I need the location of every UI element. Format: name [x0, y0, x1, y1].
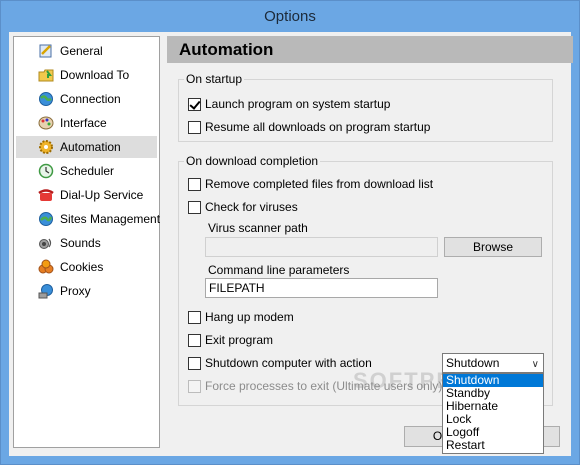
sidebar-item-label: Cookies — [60, 260, 104, 274]
check-viruses-checkbox[interactable] — [188, 200, 201, 214]
completion-group-title: On download completion — [184, 154, 321, 168]
palette-icon — [38, 115, 54, 131]
globe-icon — [38, 211, 54, 227]
general-icon — [38, 43, 54, 59]
remove-completed-option[interactable]: Remove completed files from download lis… — [188, 176, 433, 192]
sidebar-item-label: Interface — [60, 116, 107, 130]
window-frame-left — [1, 32, 9, 458]
force-processes-checkbox — [188, 379, 201, 393]
shutdown-action-dropdown: Shutdown Standby Hibernate Lock Logoff R… — [442, 373, 544, 454]
window-title: Options — [1, 1, 579, 32]
command-line-label: Command line parameters — [208, 263, 350, 277]
window-frame-bottom — [1, 456, 579, 464]
sidebar-item-label: Scheduler — [60, 164, 115, 178]
shutdown-computer-label: Shutdown computer with action — [205, 356, 372, 370]
proxy-icon — [38, 283, 54, 299]
sidebar-item-proxy[interactable]: Proxy — [16, 280, 157, 302]
command-line-input[interactable]: FILEPATH — [205, 278, 438, 298]
folder-icon — [38, 67, 54, 83]
browse-button[interactable]: Browse — [444, 237, 542, 257]
launch-on-startup-option[interactable]: Launch program on system startup — [188, 96, 390, 112]
resume-downloads-label: Resume all downloads on program startup — [205, 120, 431, 134]
hang-up-modem-label: Hang up modem — [205, 310, 294, 324]
phone-icon — [38, 187, 54, 203]
launch-on-startup-label: Launch program on system startup — [205, 97, 391, 111]
resume-downloads-checkbox[interactable] — [188, 120, 201, 134]
remove-completed-checkbox[interactable] — [188, 177, 201, 191]
sidebar-item-dial-up-service[interactable]: Dial-Up Service — [16, 184, 157, 206]
shutdown-computer-option[interactable]: Shutdown computer with action — [188, 355, 372, 371]
gear-icon — [38, 139, 54, 155]
force-processes-option: Force processes to exit (Ultimate users … — [188, 378, 442, 394]
sidebar-item-connection[interactable]: Connection — [16, 88, 157, 110]
exit-program-option[interactable]: Exit program — [188, 332, 273, 348]
page-title: Automation — [167, 36, 573, 63]
force-processes-label: Force processes to exit (Ultimate users … — [205, 379, 443, 393]
globe-icon — [38, 91, 54, 107]
sidebar-item-label: Sites Management — [60, 212, 161, 226]
sidebar-item-label: Download To — [60, 68, 130, 82]
virus-scanner-path-label: Virus scanner path — [208, 221, 308, 235]
shutdown-action-select[interactable]: Shutdown ∨ — [442, 353, 544, 373]
exit-program-checkbox[interactable] — [188, 333, 201, 347]
check-viruses-option[interactable]: Check for viruses — [188, 199, 298, 215]
check-viruses-label: Check for viruses — [205, 200, 298, 214]
resume-downloads-option[interactable]: Resume all downloads on program startup — [188, 119, 430, 135]
options-window: Options General Download To Connection I… — [0, 0, 580, 465]
sidebar-item-sounds[interactable]: Sounds — [16, 232, 157, 254]
sidebar-item-label: Dial-Up Service — [60, 188, 144, 202]
launch-on-startup-checkbox[interactable] — [188, 97, 201, 111]
sidebar-item-label: Sounds — [60, 236, 101, 250]
sidebar-item-label: General — [60, 44, 103, 58]
sidebar-item-cookies[interactable]: Cookies — [16, 256, 157, 278]
sidebar-item-interface[interactable]: Interface — [16, 112, 157, 134]
sidebar-item-label: Automation — [60, 140, 121, 154]
clock-icon — [38, 163, 54, 179]
shutdown-computer-checkbox[interactable] — [188, 356, 201, 370]
sidebar-item-label: Proxy — [60, 284, 91, 298]
sidebar-item-download-to[interactable]: Download To — [16, 64, 157, 86]
exit-program-label: Exit program — [205, 333, 274, 347]
shutdown-action-value: Shutdown — [446, 356, 500, 370]
sidebar-item-sites-management[interactable]: Sites Management — [16, 208, 161, 230]
dropdown-option-restart[interactable]: Restart — [443, 439, 543, 452]
sidebar-item-label: Connection — [60, 92, 121, 106]
cookie-icon — [38, 259, 54, 275]
speaker-icon — [38, 235, 54, 251]
sidebar-item-general[interactable]: General — [16, 40, 157, 62]
virus-scanner-path-input[interactable] — [205, 237, 438, 257]
window-frame-right — [571, 32, 579, 458]
sidebar-item-scheduler[interactable]: Scheduler — [16, 160, 157, 182]
remove-completed-label: Remove completed files from download lis… — [205, 177, 434, 191]
chevron-down-icon: ∨ — [531, 359, 539, 370]
hang-up-modem-option[interactable]: Hang up modem — [188, 309, 294, 325]
options-sidebar: General Download To Connection Interface… — [13, 36, 160, 448]
startup-group-title: On startup — [184, 72, 245, 86]
hang-up-modem-checkbox[interactable] — [188, 310, 201, 324]
sidebar-item-automation[interactable]: Automation — [16, 136, 157, 158]
